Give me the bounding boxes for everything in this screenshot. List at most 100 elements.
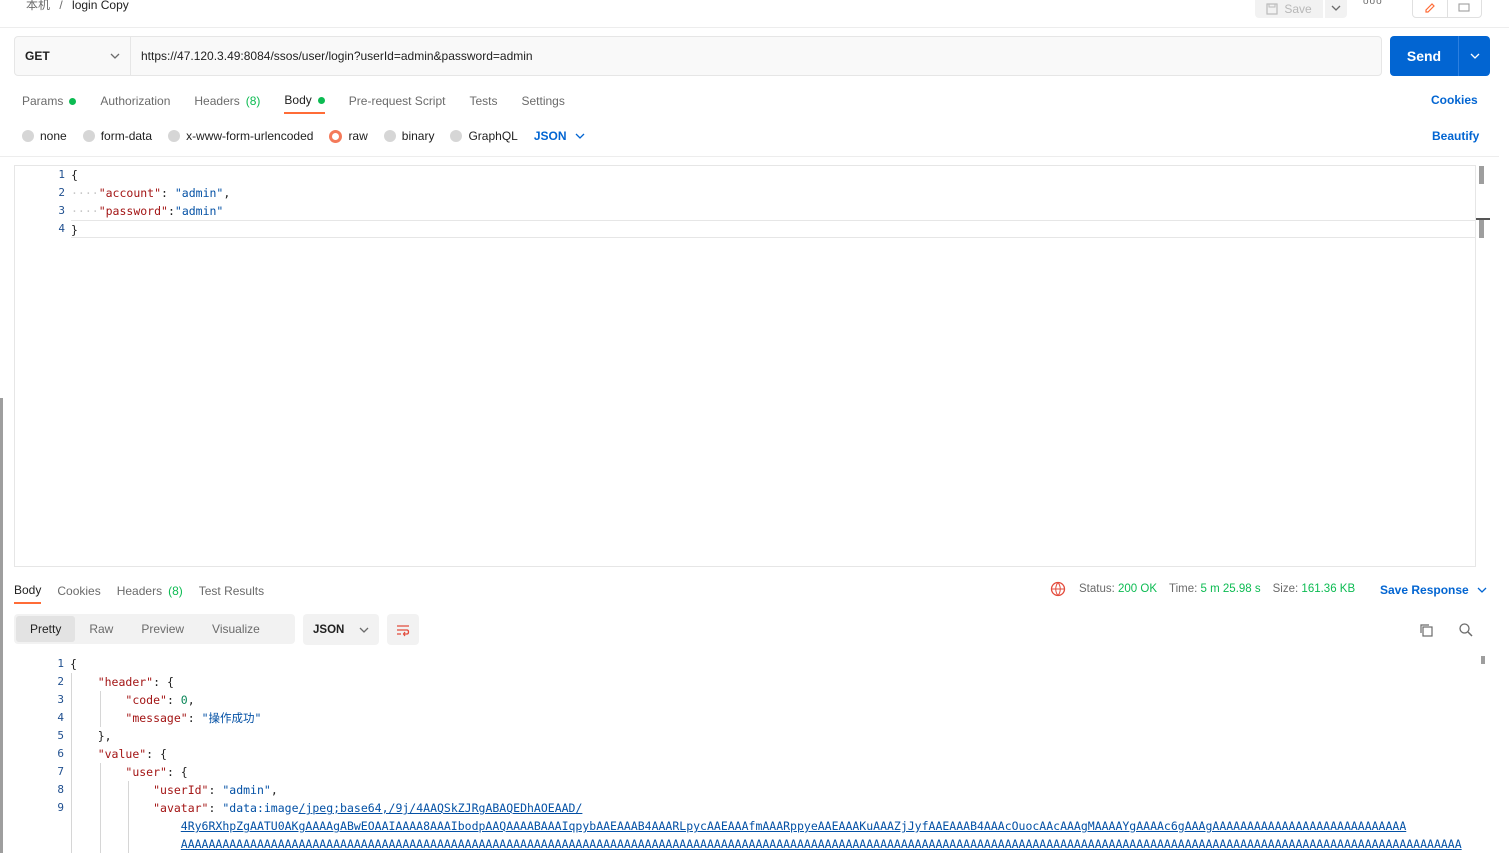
body-option-form-data[interactable]: form-data <box>82 129 152 143</box>
method-label: GET <box>25 49 50 63</box>
save-dropdown-button[interactable] <box>1325 0 1347 18</box>
line-number: 1 <box>57 657 64 670</box>
cookies-link[interactable]: Cookies <box>1431 93 1478 107</box>
language-label: JSON <box>533 129 567 143</box>
more-options-button[interactable]: ooo <box>1363 0 1383 7</box>
save-button[interactable]: Save <box>1255 0 1323 18</box>
copy-icon[interactable] <box>1418 622 1434 641</box>
avatar-data-link[interactable]: /jpeg;base64,/9j/4AAQSkZJRgABAQEDhAOEAAD… <box>299 801 583 815</box>
response-view-modes: Pretty Raw Preview Visualize <box>14 614 295 644</box>
json-value: "data:image <box>222 801 299 815</box>
json-value: "admin" <box>222 783 271 797</box>
line-number: 1 <box>58 168 65 181</box>
tab-body-label: Body <box>284 93 312 107</box>
send-button-group: Send <box>1390 36 1490 76</box>
search-icon[interactable] <box>1458 622 1474 641</box>
line-number: 3 <box>57 693 64 706</box>
send-button[interactable]: Send <box>1390 36 1458 76</box>
scrollbar-thumb[interactable] <box>1481 656 1485 664</box>
whitespace-marker: ···· <box>71 186 99 200</box>
json-key: "header" <box>97 675 154 689</box>
tab-params-label: Params <box>22 94 64 108</box>
code-line: ····"account": "admin", <box>71 184 1475 202</box>
tab-headers[interactable]: Headers (8) <box>194 88 260 114</box>
save-icon <box>1266 3 1278 15</box>
tab-authorization[interactable]: Authorization <box>100 88 170 114</box>
time-info[interactable]: Time: 5 m 25.98 s <box>1169 583 1261 595</box>
view-raw-button[interactable]: Raw <box>75 616 127 642</box>
body-option-graphql[interactable]: GraphQL <box>450 129 518 143</box>
tab-response-cookies[interactable]: Cookies <box>57 578 100 604</box>
code-area[interactable]: { "header": { "code": 0, "message": "操作成… <box>70 655 1476 853</box>
body-option-label: none <box>40 129 67 143</box>
save-response-button[interactable]: Save Response <box>1380 583 1487 597</box>
json-key: "userId" <box>153 783 209 797</box>
breadcrumb-current[interactable]: login Copy <box>72 0 129 12</box>
radio-icon <box>450 130 463 142</box>
code-line: { <box>71 166 1475 184</box>
edit-button[interactable] <box>1413 0 1448 17</box>
tab-body[interactable]: Body <box>284 88 325 114</box>
request-url-bar: GET https://47.120.3.49:8084/ssos/user/l… <box>14 36 1382 76</box>
view-visualize-button[interactable]: Visualize <box>198 616 274 642</box>
json-value: "admin" <box>174 186 224 200</box>
status-dot-icon <box>69 97 77 105</box>
response-format-select[interactable]: JSON <box>303 614 379 645</box>
tab-settings[interactable]: Settings <box>522 88 565 114</box>
tab-response-headers[interactable]: Headers (8) <box>117 578 183 604</box>
code-line-current: } <box>71 220 1475 238</box>
body-option-binary[interactable]: binary <box>383 129 434 143</box>
avatar-data-link[interactable]: 4Ry6RXhpZgAATU0AKgAAAAgABwEOAAIAAAA8AAAI… <box>181 819 1406 833</box>
line-number: 4 <box>57 711 64 724</box>
tab-test-results[interactable]: Test Results <box>199 578 264 604</box>
network-globe-icon[interactable] <box>1050 581 1066 600</box>
url-input[interactable]: https://47.120.3.49:8084/ssos/user/login… <box>131 37 1381 75</box>
request-tabs: Params Authorization Headers (8) Body Pr… <box>22 88 589 116</box>
send-dropdown-button[interactable] <box>1458 36 1490 76</box>
breadcrumb-parent[interactable]: 本机 <box>26 0 50 12</box>
size-label: Size: <box>1272 583 1299 595</box>
brace: { <box>70 657 77 671</box>
scrollbar-thumb[interactable] <box>1479 220 1484 238</box>
code-line: }, <box>70 727 1476 745</box>
body-option-raw[interactable]: raw <box>329 129 368 143</box>
avatar-data-link[interactable]: AAAAAAAAAAAAAAAAAAAAAAAAAAAAAAAAAAAAAAAA… <box>181 837 1462 851</box>
size-value: 161.36 KB <box>1301 583 1356 595</box>
code-line: ····"password":"admin" <box>71 202 1475 220</box>
tab-params[interactable]: Params <box>22 88 77 114</box>
view-pretty-button[interactable]: Pretty <box>16 616 76 642</box>
body-type-options: none form-data x-www-form-urlencoded raw… <box>22 128 585 144</box>
json-key: "account" <box>98 186 162 200</box>
status-info[interactable]: Status: 200 OK <box>1079 583 1157 595</box>
tab-tests[interactable]: Tests <box>469 88 497 114</box>
tab-headers-label: Headers <box>194 94 240 108</box>
code-area[interactable]: { ····"account": "admin", ····"password"… <box>71 166 1475 238</box>
time-label: Time: <box>1169 583 1198 595</box>
json-value: 0 <box>180 693 188 707</box>
response-body-viewer[interactable]: 1 2 3 4 5 6 7 8 9 { "header": { "code": … <box>14 655 1476 853</box>
code-line: "code": 0, <box>125 693 195 707</box>
status-value: 200 OK <box>1118 583 1158 595</box>
body-option-none[interactable]: none <box>22 129 67 143</box>
language-select[interactable]: JSON <box>534 129 585 143</box>
json-key: "message" <box>125 711 188 725</box>
tab-pre-request-script[interactable]: Pre-request Script <box>349 88 446 114</box>
window-edge <box>0 398 3 853</box>
size-info[interactable]: Size: 161.36 KB <box>1273 583 1356 595</box>
code-line: "message": "操作成功" <box>125 711 262 725</box>
code-line: AAAAAAAAAAAAAAAAAAAAAAAAAAAAAAAAAAAAAAAA… <box>70 835 1476 853</box>
comments-button[interactable] <box>1448 0 1482 17</box>
code-line: "userId": "admin", <box>153 783 278 797</box>
tab-response-body[interactable]: Body <box>14 578 42 604</box>
scrollbar-thumb[interactable] <box>1479 166 1484 184</box>
radio-icon <box>383 130 396 142</box>
body-option-urlencoded[interactable]: x-www-form-urlencoded <box>168 129 313 143</box>
wrap-lines-button[interactable] <box>387 614 419 645</box>
beautify-button[interactable]: Beautify <box>1432 129 1479 143</box>
breadcrumb-separator: / <box>59 0 63 12</box>
save-response-label: Save Response <box>1380 583 1469 597</box>
method-select[interactable]: GET <box>15 37 131 75</box>
line-number: 6 <box>57 747 64 760</box>
request-body-editor[interactable]: 1 2 3 4 { ····"account": "admin", ····"p… <box>14 165 1476 567</box>
view-preview-button[interactable]: Preview <box>127 616 198 642</box>
